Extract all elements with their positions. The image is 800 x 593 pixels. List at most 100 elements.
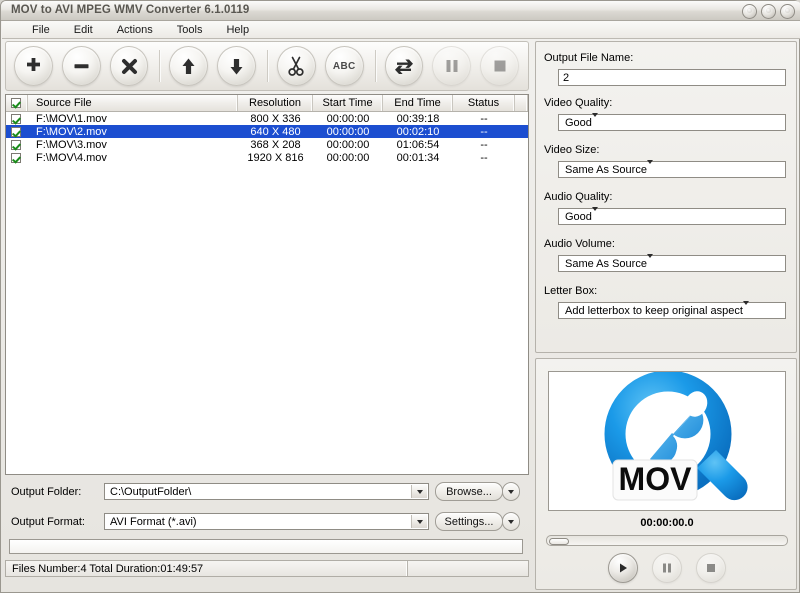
cut-clip-button[interactable] xyxy=(277,46,316,86)
row-checkbox-cell[interactable] xyxy=(6,112,28,125)
output-file-name-input[interactable]: 2 xyxy=(558,69,786,86)
chevron-down-icon[interactable] xyxy=(411,485,427,498)
row-checkbox-cell[interactable] xyxy=(6,151,28,164)
arrow-up-icon xyxy=(178,56,199,77)
letter-box-value: Add letterbox to keep original aspect xyxy=(565,305,743,317)
preview-stop-button[interactable] xyxy=(696,553,726,583)
table-row[interactable]: F:\MOV\2.mov 640 X 480 00:00:00 00:02:10… xyxy=(6,125,528,138)
settings-dropdown-button[interactable] xyxy=(502,512,520,531)
video-quality-combo[interactable]: Good xyxy=(558,114,786,131)
cell-status: -- xyxy=(453,151,515,164)
browse-dropdown-button[interactable] xyxy=(502,482,520,501)
audio-volume-combo[interactable]: Same As Source xyxy=(558,255,786,272)
row-checkbox[interactable] xyxy=(11,114,21,124)
cell-status: -- xyxy=(453,125,515,138)
add-file-button[interactable] xyxy=(14,46,53,86)
status-bar: Files Number:4 Total Duration:01:49:57 xyxy=(5,560,529,577)
pause-icon xyxy=(660,561,674,575)
column-header-resolution[interactable]: Resolution xyxy=(238,95,313,111)
column-header-status[interactable]: Status xyxy=(453,95,515,111)
column-header-end-time[interactable]: End Time xyxy=(383,95,453,111)
chevron-down-icon[interactable] xyxy=(592,211,598,223)
audio-quality-label: Audio Quality: xyxy=(544,191,612,203)
audio-volume-label: Audio Volume: xyxy=(544,238,615,250)
preview-seek-slider[interactable] xyxy=(546,535,788,546)
chevron-down-icon[interactable] xyxy=(647,164,653,176)
menu-item-help[interactable]: Help xyxy=(214,23,261,37)
row-checkbox[interactable] xyxy=(11,153,21,163)
cell-source-file: F:\MOV\3.mov xyxy=(28,138,238,151)
convert-button[interactable] xyxy=(385,46,424,86)
minimize-icon xyxy=(747,8,752,13)
output-file-name-label: Output File Name: xyxy=(544,52,633,64)
letter-box-combo[interactable]: Add letterbox to keep original aspect xyxy=(558,302,786,319)
settings-button[interactable]: Settings... xyxy=(435,512,503,531)
menu-item-edit[interactable]: Edit xyxy=(62,23,105,37)
stop-icon xyxy=(491,57,509,75)
output-format-combo[interactable]: AVI Format (*.avi) xyxy=(104,513,429,530)
output-folder-combo[interactable]: C:\OutputFolder\ xyxy=(104,483,429,500)
plus-icon xyxy=(23,56,44,77)
video-size-combo[interactable]: Same As Source xyxy=(558,161,786,178)
text-effect-button[interactable]: ABC xyxy=(325,46,364,86)
cell-start-time: 00:00:00 xyxy=(313,125,383,138)
preview-panel: MOV 00:00:00.0 xyxy=(535,358,797,590)
chevron-down-icon[interactable] xyxy=(592,117,598,129)
chevron-down-icon[interactable] xyxy=(411,515,427,528)
stop-icon xyxy=(704,561,718,575)
preview-seek-thumb[interactable] xyxy=(549,538,569,545)
table-row[interactable]: F:\MOV\4.mov 1920 X 816 00:00:00 00:01:3… xyxy=(6,151,528,164)
pause-button[interactable] xyxy=(432,46,471,86)
audio-quality-value: Good xyxy=(565,211,592,223)
preview-pause-button[interactable] xyxy=(652,553,682,583)
chevron-down-icon[interactable] xyxy=(647,258,653,270)
status-text: Files Number:4 Total Duration:01:49:57 xyxy=(6,563,407,575)
column-header-start-time[interactable]: Start Time xyxy=(313,95,383,111)
maximize-button[interactable] xyxy=(761,4,776,19)
preview-play-button[interactable] xyxy=(608,553,638,583)
browse-button[interactable]: Browse... xyxy=(435,482,503,501)
menu-item-tools[interactable]: Tools xyxy=(165,23,215,37)
video-quality-value: Good xyxy=(565,117,592,129)
table-row[interactable]: F:\MOV\3.mov 368 X 208 00:00:00 01:06:54… xyxy=(6,138,528,151)
menu-item-file[interactable]: File xyxy=(20,23,62,37)
cell-source-file: F:\MOV\2.mov xyxy=(28,125,238,138)
video-size-label: Video Size: xyxy=(544,144,599,156)
cell-status: -- xyxy=(453,112,515,125)
output-folder-label: Output Folder: xyxy=(11,486,81,498)
preview-logo-text: MOV xyxy=(619,461,693,497)
row-checkbox[interactable] xyxy=(11,127,21,137)
chevron-down-icon[interactable] xyxy=(743,305,749,317)
arrow-down-icon xyxy=(226,56,247,77)
move-down-button[interactable] xyxy=(217,46,256,86)
minimize-button[interactable] xyxy=(742,4,757,19)
letter-box-label: Letter Box: xyxy=(544,285,597,297)
select-all-checkbox[interactable] xyxy=(11,98,21,108)
output-settings-panel: Output File Name: 2 Video Quality: Good … xyxy=(535,41,797,353)
move-up-button[interactable] xyxy=(169,46,208,86)
table-row[interactable]: F:\MOV\1.mov 800 X 336 00:00:00 00:39:18… xyxy=(6,112,528,125)
file-list[interactable]: Source File Resolution Start Time End Ti… xyxy=(5,94,529,475)
remove-file-button[interactable] xyxy=(62,46,101,86)
row-checkbox[interactable] xyxy=(11,140,21,150)
cell-end-time: 00:39:18 xyxy=(383,112,453,125)
row-checkbox-cell[interactable] xyxy=(6,138,28,151)
play-icon xyxy=(616,561,630,575)
row-checkbox-cell[interactable] xyxy=(6,125,28,138)
cell-status: -- xyxy=(453,138,515,151)
cell-end-time: 00:02:10 xyxy=(383,125,453,138)
clear-list-button[interactable] xyxy=(110,46,149,86)
menu-item-actions[interactable]: Actions xyxy=(105,23,165,37)
header-select-all-cell[interactable] xyxy=(6,95,28,111)
column-header-source-file[interactable]: Source File xyxy=(28,95,238,111)
preview-controls xyxy=(536,553,798,583)
window-title: MOV to AVI MPEG WMV Converter 6.1.0119 xyxy=(11,4,249,16)
minus-icon xyxy=(71,56,92,77)
cell-filler xyxy=(515,112,528,125)
close-button[interactable] xyxy=(780,4,795,19)
title-bar: MOV to AVI MPEG WMV Converter 6.1.0119 xyxy=(1,1,800,21)
menu-bar: File Edit Actions Tools Help xyxy=(2,21,800,39)
audio-quality-combo[interactable]: Good xyxy=(558,208,786,225)
stop-button[interactable] xyxy=(480,46,519,86)
abc-icon: ABC xyxy=(333,61,356,72)
